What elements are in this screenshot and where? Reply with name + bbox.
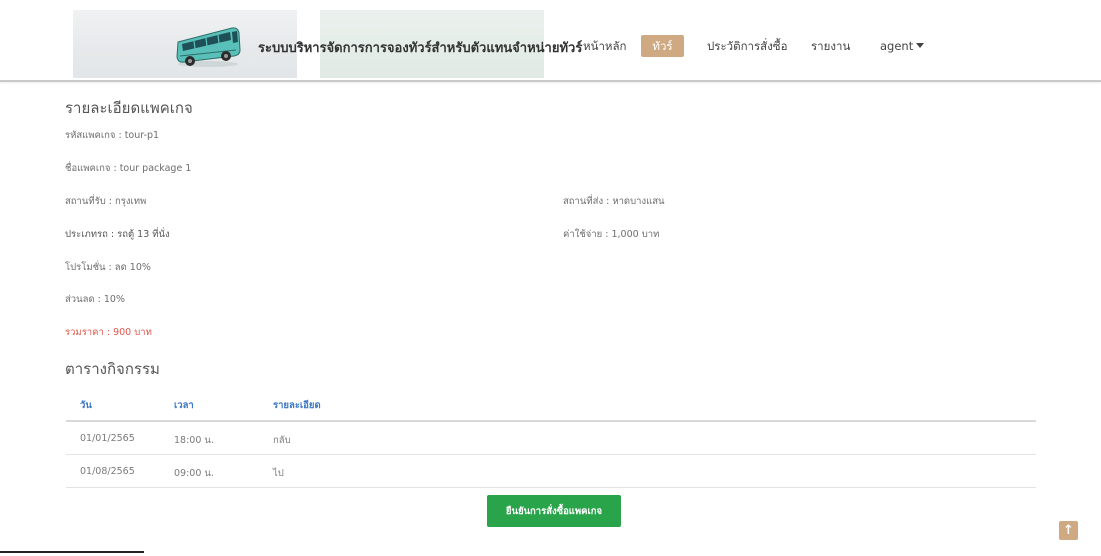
top-navbar: ระบบบริหารจัดการการจองทัวร์สำหรับตัวแทนจ… bbox=[0, 0, 1101, 82]
divider bbox=[0, 551, 144, 553]
package-details-heading: รายละเอียดแพคเกจ bbox=[65, 99, 193, 117]
agent-label: agent bbox=[880, 39, 914, 53]
nav-agent-dropdown[interactable]: agent bbox=[880, 35, 925, 57]
nav-home[interactable]: หน้าหลัก bbox=[583, 35, 627, 57]
column-header-day: วัน bbox=[80, 400, 92, 411]
scroll-top-icon[interactable]: ↑ bbox=[1059, 521, 1078, 540]
total-price: รวมราคา : 900 บาท bbox=[65, 327, 152, 338]
nav-report[interactable]: รายงาน bbox=[811, 35, 850, 57]
package-name: ชื่อแพคเกจ : tour package 1 bbox=[65, 163, 192, 174]
dropoff-location: สถานที่ส่ง : หาดบางแสน bbox=[563, 196, 665, 207]
cell-detail: ไป bbox=[273, 468, 284, 479]
cell-day: 01/08/2565 bbox=[80, 466, 135, 477]
bus-icon bbox=[176, 27, 241, 67]
nav-tour[interactable]: ทัวร์ bbox=[641, 35, 684, 57]
vehicle-type: ประเภทรถ : รถตู้ 13 ที่นั่ง bbox=[65, 229, 170, 240]
column-header-detail: รายละเอียด bbox=[273, 400, 321, 411]
app-title: ระบบบริหารจัดการการจองทัวร์สำหรับตัวแทนจ… bbox=[258, 41, 583, 56]
confirm-order-button[interactable]: ยืนยันการสั่งซื้อแพคเกจ bbox=[487, 495, 621, 527]
package-code: รหัสแพคเกจ : tour-p1 bbox=[65, 130, 160, 141]
schedule-heading: ตารางกิจกรรม bbox=[65, 360, 160, 378]
package-cost: ค่าใช้จ่าย : 1,000 บาท bbox=[563, 229, 660, 240]
table-header: วัน เวลา รายละเอียด bbox=[66, 384, 1036, 422]
discount: ส่วนลด : 10% bbox=[65, 294, 125, 305]
nav-order-history[interactable]: ประวัติการสั่งซื้อ bbox=[707, 35, 788, 57]
pickup-location: สถานที่รับ : กรุงเทพ bbox=[65, 196, 147, 207]
cell-day: 01/01/2565 bbox=[80, 433, 135, 444]
column-header-time: เวลา bbox=[174, 400, 194, 411]
table-row: 01/08/2565 09:00 น. ไป bbox=[66, 455, 1036, 488]
cell-time: 18:00 น. bbox=[174, 435, 214, 446]
cell-detail: กลับ bbox=[273, 435, 291, 446]
promotion: โปรโมชั่น : ลด 10% bbox=[65, 262, 151, 273]
schedule-table: วัน เวลา รายละเอียด 01/01/2565 18:00 น. … bbox=[66, 384, 1036, 488]
table-row: 01/01/2565 18:00 น. กลับ bbox=[66, 422, 1036, 455]
caret-down-icon bbox=[916, 43, 925, 48]
cell-time: 09:00 น. bbox=[174, 468, 214, 479]
